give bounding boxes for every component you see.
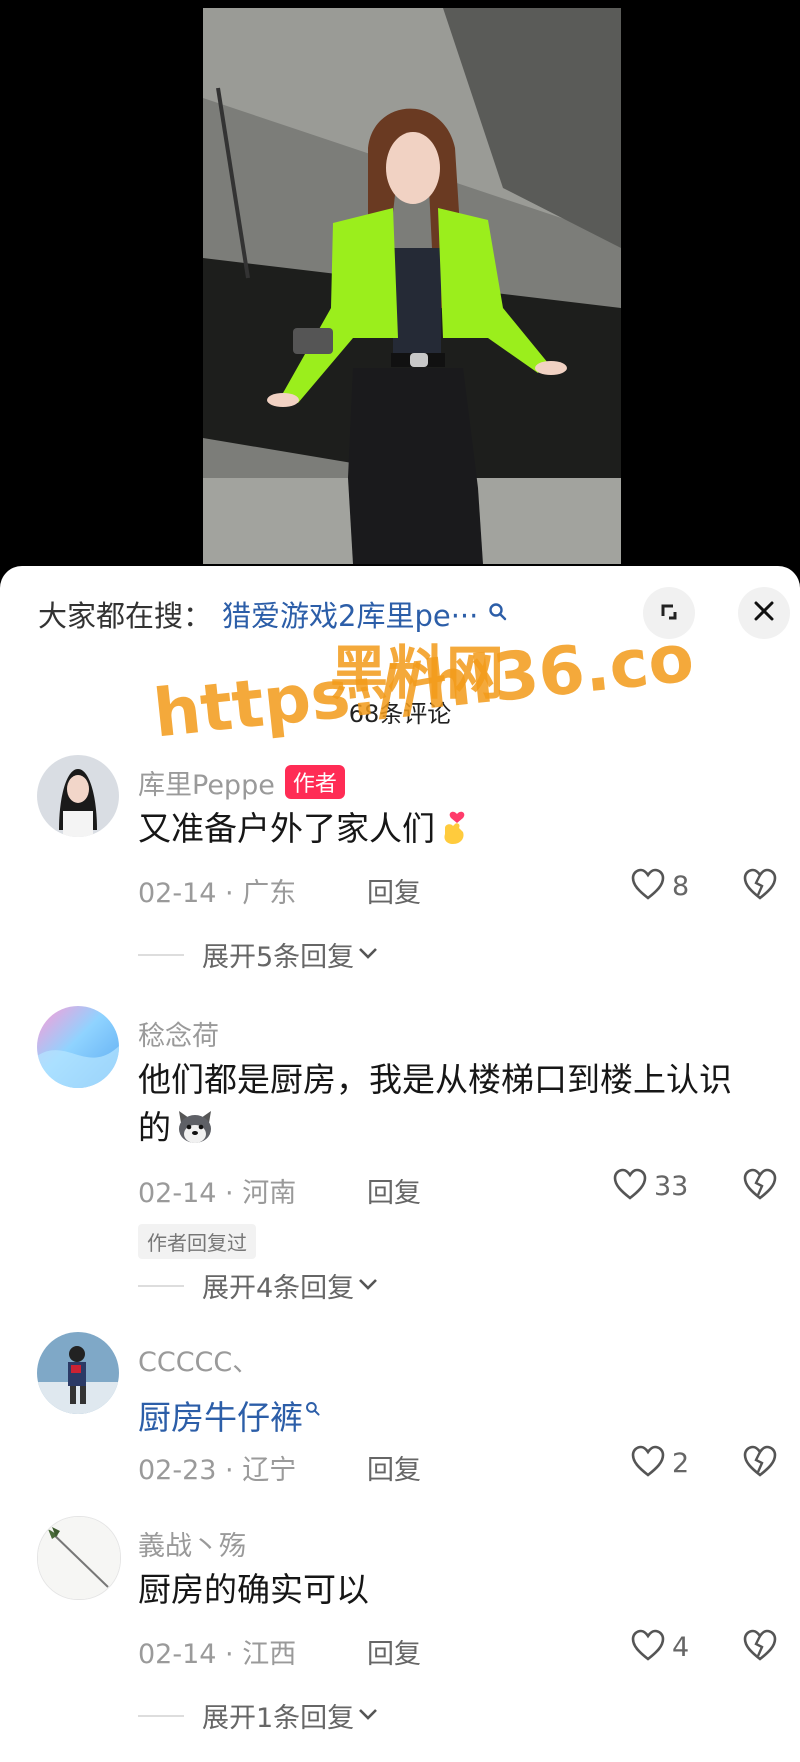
- chevron-down-icon: [354, 943, 382, 967]
- reply-button[interactable]: 回复: [367, 1632, 421, 1671]
- reply-button[interactable]: 回复: [367, 871, 421, 910]
- broken-heart-icon: [742, 1445, 778, 1482]
- heart-icon: [630, 867, 666, 905]
- close-button[interactable]: [738, 587, 790, 639]
- avatar[interactable]: [37, 755, 119, 837]
- search-icon[interactable]: [488, 602, 508, 626]
- comment-text-line-2: 的: [138, 1104, 768, 1158]
- dislike-button[interactable]: [742, 1628, 778, 1666]
- comment-text: 又准备户外了家人们: [138, 805, 768, 859]
- like-button[interactable]: 4: [630, 1628, 689, 1666]
- comment-date-location: 02-14 · 广东: [138, 878, 297, 909]
- comment-text-content: 厨房的确实可以: [138, 1570, 369, 1609]
- like-count: 33: [654, 1170, 689, 1202]
- husky-emoji-icon: [175, 1109, 215, 1158]
- avatar[interactable]: [37, 1006, 119, 1088]
- divider-line: [138, 953, 184, 956]
- expand-replies-label: 展开4条回复: [202, 1273, 355, 1304]
- expand-replies-button[interactable]: 展开1条回复: [138, 1696, 382, 1735]
- comment-text-line: 他们都是厨房，我是从楼梯口到楼上认识: [138, 1060, 732, 1099]
- expand-replies-button[interactable]: 展开5条回复: [138, 935, 382, 974]
- trending-search-bar[interactable]: 大家都在搜： 猎爱游戏2库里pe···: [38, 594, 598, 634]
- comment-username[interactable]: CCCCC、: [138, 1340, 259, 1379]
- dislike-button[interactable]: [742, 1167, 778, 1205]
- chevron-down-icon: [354, 1704, 382, 1728]
- avatar[interactable]: [37, 1332, 119, 1414]
- comment-text: 他们都是厨房，我是从楼梯口到楼上认识 的: [138, 1056, 768, 1158]
- username-text: 義战丶殇: [138, 1531, 246, 1562]
- dislike-button[interactable]: [742, 1444, 778, 1482]
- divider-line: [138, 1284, 184, 1287]
- comment-username[interactable]: 库里Peppe 作者: [138, 763, 345, 802]
- heart-icon: [630, 1628, 666, 1666]
- author-replied-tag: 作者回复过: [138, 1224, 256, 1259]
- broken-heart-icon: [742, 868, 778, 905]
- reply-button[interactable]: 回复: [367, 1171, 421, 1210]
- search-icon: [305, 1382, 321, 1430]
- expand-replies-label: 展开5条回复: [202, 942, 355, 973]
- comment-text[interactable]: 厨房牛仔裤: [138, 1382, 768, 1442]
- dislike-button[interactable]: [742, 867, 778, 905]
- username-text: CCCCC、: [138, 1347, 260, 1378]
- avatar[interactable]: [37, 1516, 121, 1600]
- comment-date-location: 02-23 · 辽宁: [138, 1455, 297, 1486]
- comment-date-location: 02-14 · 河南: [138, 1178, 297, 1209]
- like-button[interactable]: 2: [630, 1444, 689, 1482]
- close-icon: [752, 599, 776, 627]
- video-still-image: [203, 8, 621, 564]
- comment-text: 厨房的确实可以: [138, 1566, 768, 1614]
- heart-icon: [630, 1444, 666, 1482]
- comment-username[interactable]: 稔念荷: [138, 1014, 219, 1053]
- heart-icon: [612, 1167, 648, 1205]
- comment-text-content: 的: [138, 1108, 171, 1147]
- like-count: 2: [672, 1447, 690, 1479]
- finger-heart-emoji-icon: [439, 810, 471, 859]
- expand-replies-button[interactable]: 展开4条回复: [138, 1266, 382, 1305]
- like-button[interactable]: 33: [612, 1167, 688, 1205]
- username-text: 稔念荷: [138, 1021, 219, 1052]
- comment-date-location: 02-14 · 江西: [138, 1639, 297, 1670]
- reply-button[interactable]: 回复: [367, 1448, 421, 1487]
- like-button[interactable]: 8: [630, 867, 689, 905]
- like-count: 4: [672, 1631, 690, 1663]
- comments-sheet: 大家都在搜： 猎爱游戏2库里pe··· 68条评论 库里Peppe 作者 又准备户…: [0, 566, 800, 1762]
- comment-text-content: 又准备户外了家人们: [138, 809, 435, 848]
- divider-line: [138, 1714, 184, 1717]
- author-badge: 作者: [284, 765, 345, 799]
- broken-heart-icon: [742, 1629, 778, 1666]
- video-player[interactable]: [0, 0, 800, 570]
- comment-search-link[interactable]: 厨房牛仔裤: [138, 1398, 303, 1437]
- comment-username[interactable]: 義战丶殇: [138, 1524, 246, 1563]
- like-count: 8: [672, 870, 690, 902]
- video-frame: [203, 8, 621, 564]
- expand-replies-label: 展开1条回复: [202, 1703, 355, 1734]
- broken-heart-icon: [742, 1168, 778, 1205]
- chevron-down-icon: [354, 1274, 382, 1298]
- search-prefix-label: 大家都在搜：: [38, 599, 213, 633]
- username-text: 库里Peppe: [138, 770, 275, 801]
